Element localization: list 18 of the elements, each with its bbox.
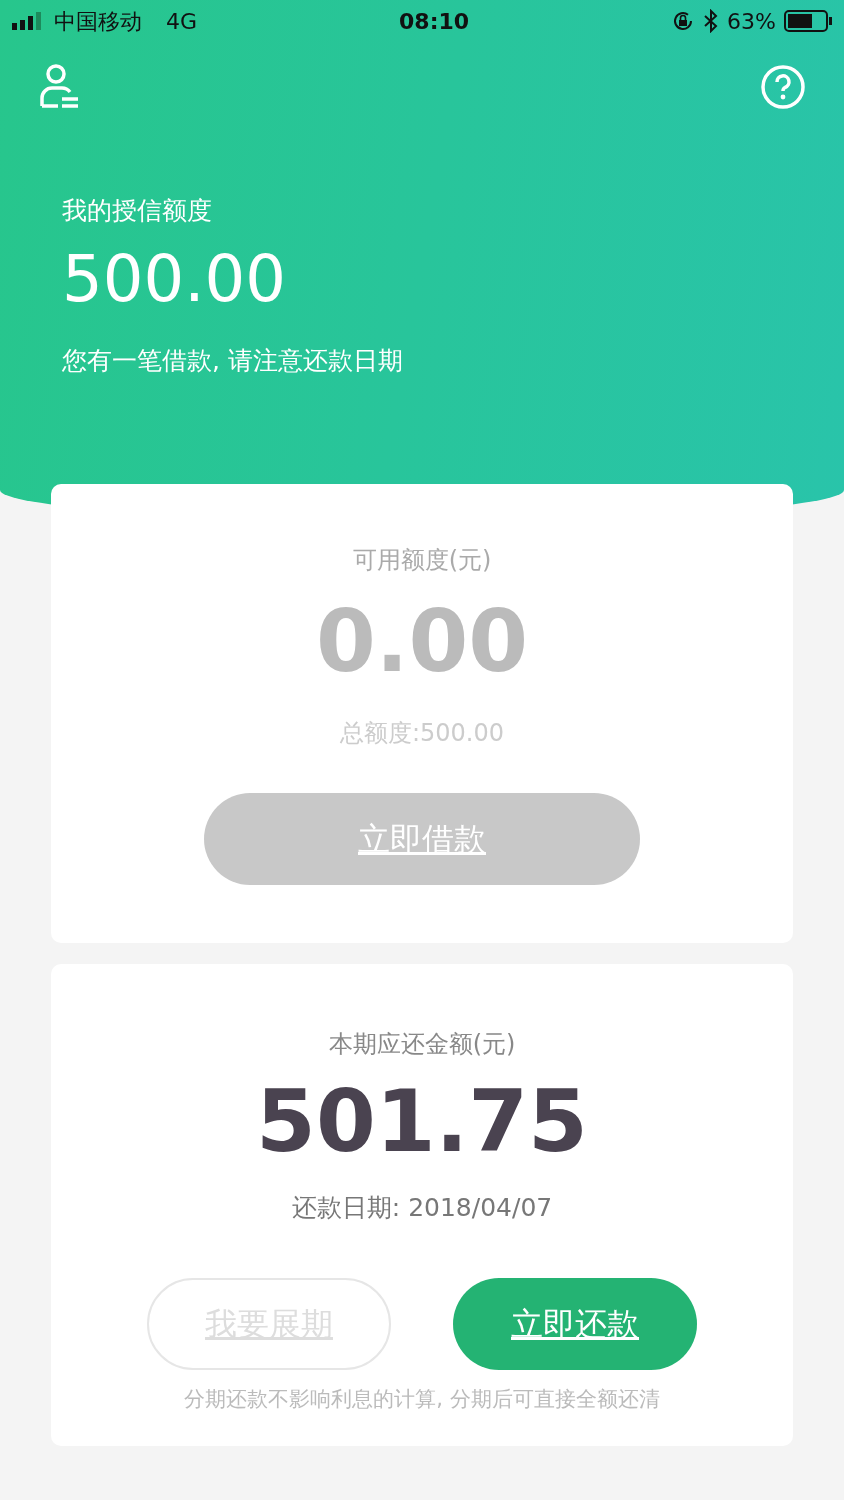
user-icon[interactable] xyxy=(40,64,80,110)
credit-limit-title: 我的授信额度 xyxy=(62,195,213,227)
credit-limit-amount: 500.00 xyxy=(62,243,287,314)
clock-time: 08:10 xyxy=(399,7,470,36)
battery-icon xyxy=(784,10,832,32)
help-icon[interactable] xyxy=(760,64,806,110)
available-limit-label: 可用额度(元) xyxy=(351,545,493,576)
repay-button[interactable]: 立即还款 xyxy=(453,1278,697,1371)
bluetooth-icon xyxy=(703,9,720,33)
repayment-amount-label: 本期应还金额(元) xyxy=(327,1029,517,1060)
repayment-date: 还款日期: 2018/04/07 xyxy=(290,1191,554,1224)
loan-notice: 您有一笔借款, 请注意还款日期 xyxy=(62,344,404,377)
network-type: 4G xyxy=(166,7,198,36)
repayment-amount: 501.75 xyxy=(255,1074,589,1169)
installment-note: 分期还款不影响利息的计算, 分期后可直接全额还清 xyxy=(183,1386,661,1414)
available-limit-amount: 0.00 xyxy=(314,594,530,689)
battery-percent: 63% xyxy=(727,7,776,36)
carrier-name: 中国移动 xyxy=(54,7,142,36)
